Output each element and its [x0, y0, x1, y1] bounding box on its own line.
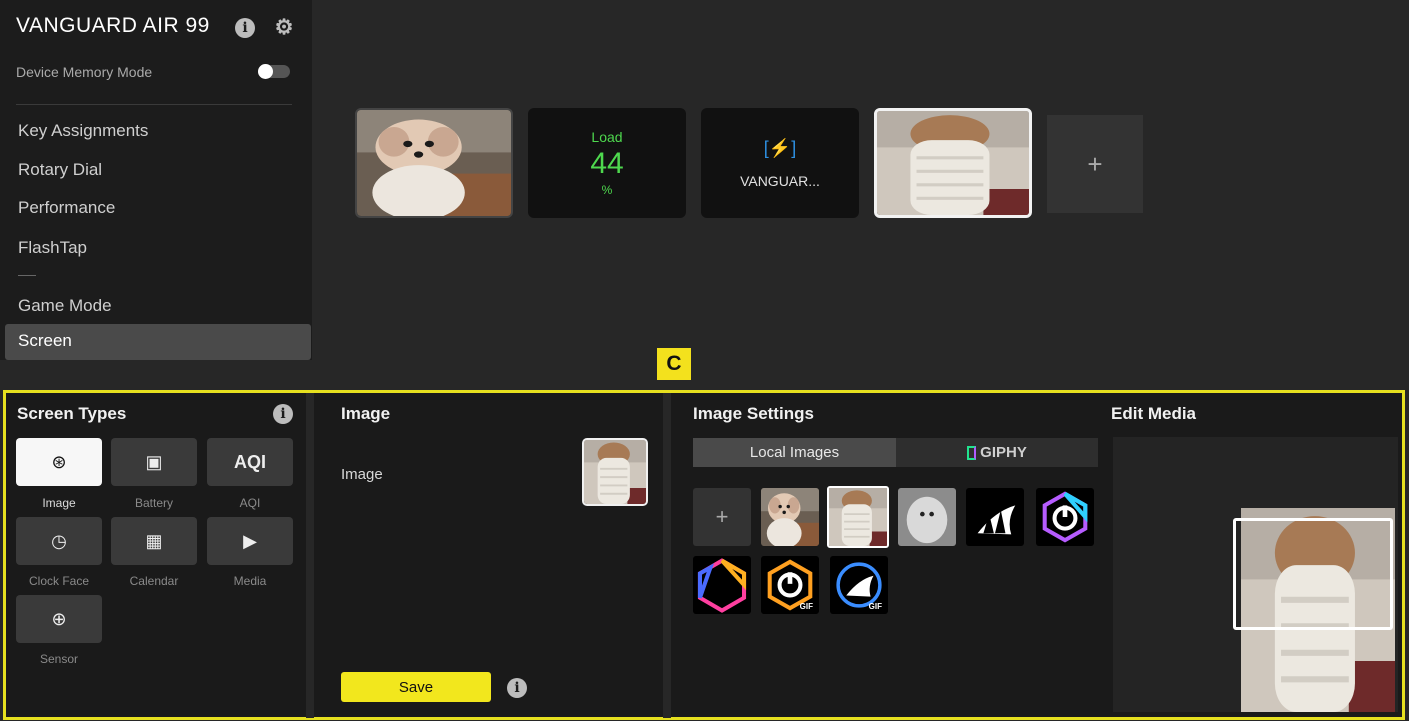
gif-badge: GIF: [799, 602, 813, 611]
rgb-hexagon-icon: [697, 558, 747, 613]
library-item[interactable]: GIF: [761, 556, 819, 614]
library-item[interactable]: [1036, 488, 1094, 546]
divider: [16, 104, 292, 105]
library-item[interactable]: [761, 488, 819, 546]
nav-performance[interactable]: Performance: [18, 198, 115, 218]
screen-type-sensor[interactable]: ⊕: [16, 595, 102, 643]
nav-game-mode[interactable]: Game Mode: [18, 296, 112, 316]
divider: [306, 393, 314, 718]
giphy-logo-icon: [967, 445, 977, 460]
tab-giphy-label: GIPHY: [980, 444, 1027, 461]
info-icon[interactable]: i: [235, 18, 255, 38]
screen-type-aqi[interactable]: AQI: [207, 438, 293, 486]
library-item[interactable]: [693, 556, 751, 614]
gif-badge: GIF: [868, 602, 882, 611]
screen-type-label: Sensor: [39, 652, 79, 666]
calendar-icon: ▦: [145, 530, 163, 551]
screen-type-label: Battery: [134, 496, 173, 510]
nav-screen[interactable]: Screen: [18, 331, 72, 351]
divider: [663, 393, 671, 718]
dog-photo-icon: [761, 488, 819, 546]
dog-sweater-photo-icon: [584, 440, 646, 504]
library-item[interactable]: [966, 488, 1024, 546]
aqi-icon: AQI: [233, 451, 266, 472]
screen-type-calendar[interactable]: ▦: [111, 517, 197, 565]
save-button[interactable]: Save: [341, 672, 491, 702]
image-panel-title: Image: [341, 404, 391, 423]
screen-tile-sensor[interactable]: Load 44 %: [528, 108, 686, 218]
library-item-selected[interactable]: [827, 486, 889, 548]
callout-label: C: [657, 348, 691, 380]
media-icon: ▶: [243, 530, 257, 551]
screen-type-battery[interactable]: ▣: [111, 438, 197, 486]
screen-type-clock-face[interactable]: ◷: [16, 517, 102, 565]
nav-rotary-dial[interactable]: Rotary Dial: [18, 160, 102, 180]
battery-device-label: VANGUAR...: [740, 172, 820, 189]
icue-rgb-logo-icon: [1042, 491, 1088, 543]
sensor-icon: ⊕: [51, 608, 67, 629]
screen-tile-image[interactable]: [355, 108, 513, 218]
battery-charging-icon: [⚡]: [763, 137, 797, 158]
dog-photo-icon: [357, 110, 511, 216]
device-name: VANGUARD AIR 99: [16, 14, 210, 37]
battery-icon: ▣: [145, 451, 163, 472]
screen-type-label: AQI: [239, 496, 261, 510]
dog-sweater-photo-icon: [829, 488, 887, 546]
image-icon: ⊛: [51, 451, 67, 472]
sensor-value: 44: [590, 147, 624, 180]
tab-local-images[interactable]: Local Images: [693, 438, 896, 467]
edit-media-title: Edit Media: [1111, 404, 1197, 423]
dog-sweater-photo-icon: [877, 111, 1029, 215]
library-item[interactable]: [898, 488, 956, 546]
gear-icon[interactable]: ⚙: [274, 16, 294, 39]
info-icon[interactable]: i: [507, 678, 527, 698]
corsair-sails-logo-icon: [977, 505, 1016, 535]
screen-tile-image-selected[interactable]: [874, 108, 1032, 218]
selected-image-thumbnail[interactable]: [582, 438, 648, 506]
clock-icon: ◷: [51, 530, 67, 551]
nav-flashtap[interactable]: FlashTap: [18, 238, 87, 258]
screen-tile-battery[interactable]: [⚡] VANGUAR...: [701, 108, 859, 218]
tab-giphy[interactable]: GIPHY: [896, 438, 1098, 467]
screen-type-image[interactable]: ⊛: [16, 438, 102, 486]
divider: [18, 275, 36, 276]
crop-selection-box[interactable]: [1233, 518, 1393, 630]
screen-type-media[interactable]: ▶: [207, 517, 293, 565]
sensor-unit: %: [601, 183, 613, 197]
image-settings-title: Image Settings: [693, 404, 814, 423]
screen-types-title: Screen Types: [17, 404, 127, 423]
blurry-dog-photo-icon: [898, 488, 956, 546]
info-icon[interactable]: i: [273, 404, 293, 424]
add-screen-button[interactable]: +: [1047, 115, 1143, 213]
device-memory-mode-label: Device Memory Mode: [16, 64, 153, 80]
library-item[interactable]: GIF: [830, 556, 888, 614]
screen-type-label: Clock Face: [28, 574, 90, 588]
sensor-label: Load: [591, 129, 623, 145]
screen-type-label: Media: [233, 574, 267, 588]
image-field-label: Image: [341, 466, 383, 483]
screen-type-label: Image: [42, 496, 76, 510]
add-image-button[interactable]: +: [693, 488, 751, 546]
nav-key-assignments[interactable]: Key Assignments: [18, 121, 148, 141]
device-memory-mode-toggle[interactable]: [258, 64, 290, 79]
screen-type-label: Calendar: [129, 574, 179, 588]
